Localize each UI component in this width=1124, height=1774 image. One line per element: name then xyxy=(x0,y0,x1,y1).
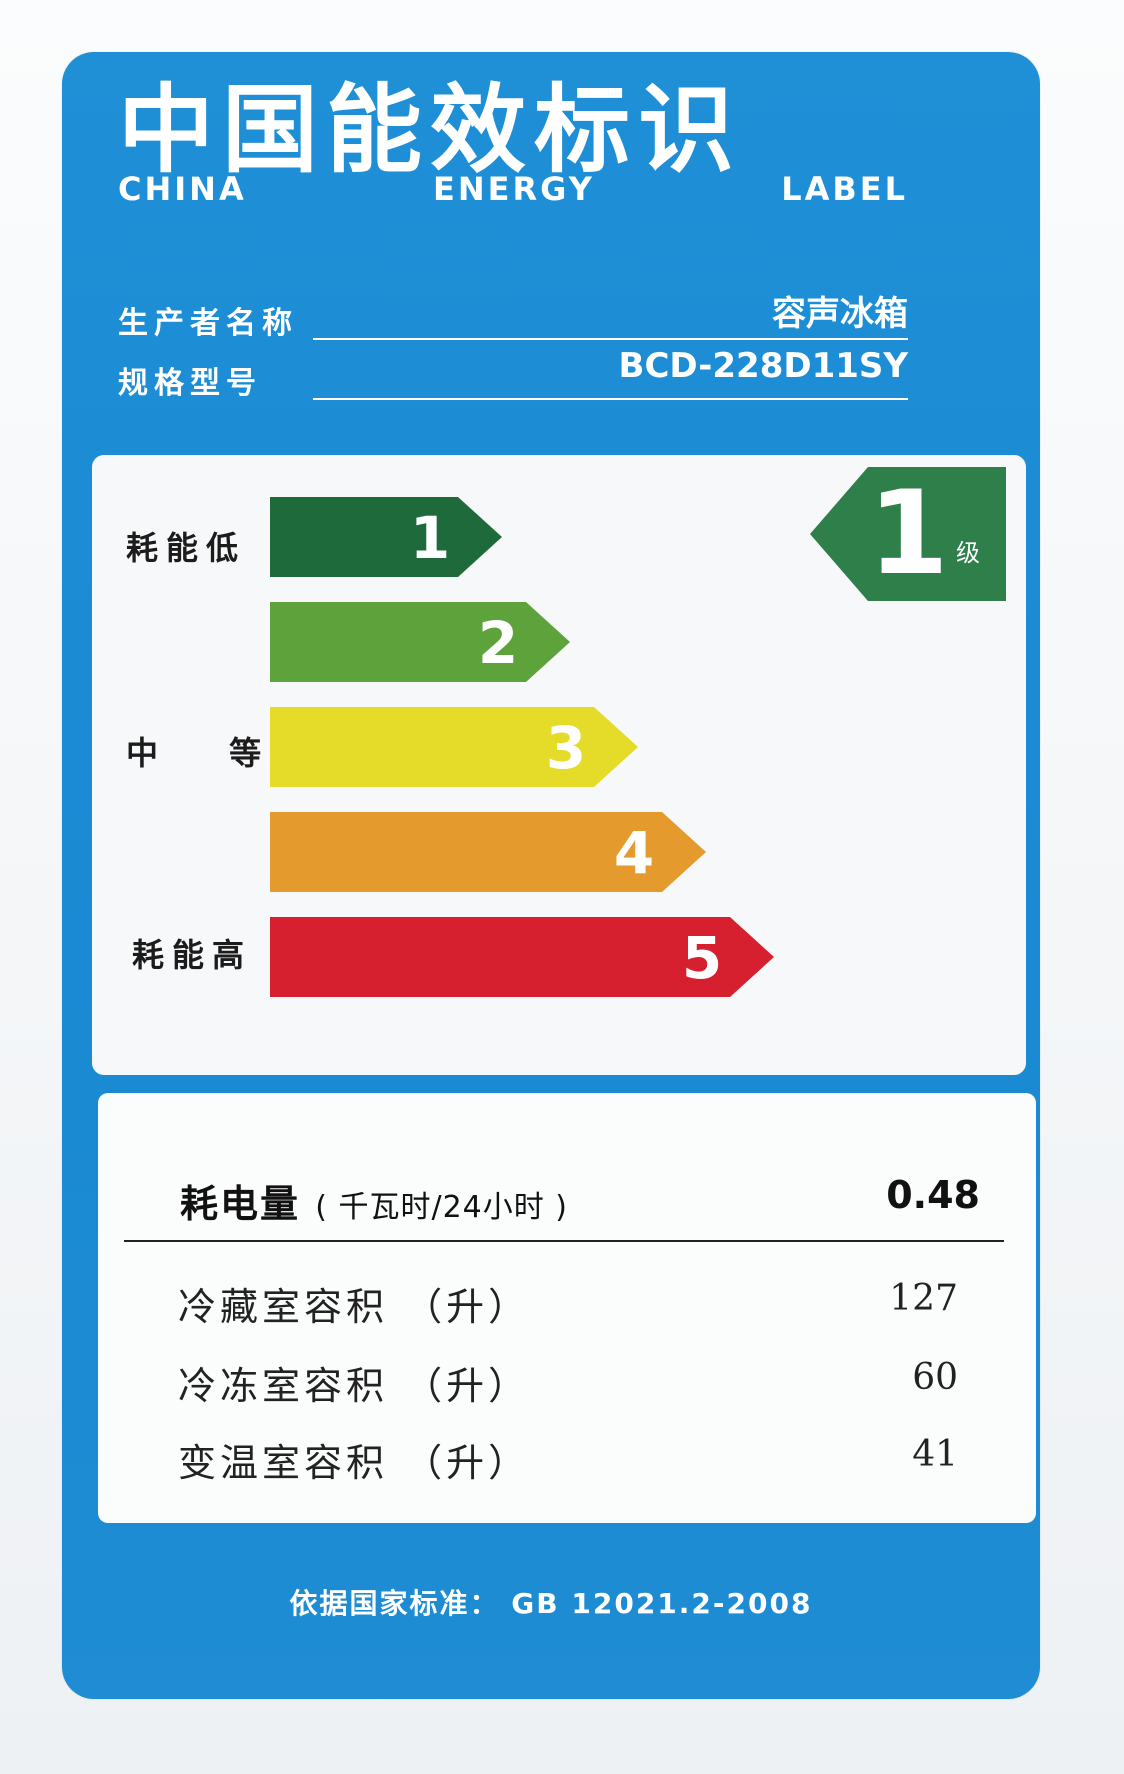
spec-row-refrigerator-value: 127 xyxy=(889,1278,958,1319)
label-title-en: CHINA ENERGY LABEL xyxy=(118,170,908,208)
model-row: 规格型号 BCD-228D11SY xyxy=(118,346,908,406)
spec-row-variable: 变温室容积 （升） 41 xyxy=(178,1432,958,1485)
energy-consumption-label: 耗电量 ( 千瓦时/24小时 ) xyxy=(180,1173,568,1228)
spec-divider xyxy=(124,1240,1004,1242)
spec-panel: 耗电量 ( 千瓦时/24小时 ) 0.48 冷藏室容积 （升） 127 冷冻室容… xyxy=(98,1093,1036,1523)
manufacturer-value: 容声冰箱 xyxy=(772,294,908,334)
spec-row-variable-value: 41 xyxy=(912,1434,958,1475)
side-label-high: 耗能高 xyxy=(132,936,253,974)
current-grade-unit: 级 xyxy=(956,539,980,567)
manufacturer-underline xyxy=(313,338,908,340)
side-label-low: 耗能低 xyxy=(126,529,247,567)
spec-row-variable-label: 变温室容积 （升） xyxy=(178,1441,531,1485)
title-en-word-1: CHINA xyxy=(118,170,247,208)
grade-bar-1-number: 1 xyxy=(409,504,451,572)
side-label-medium: 中 等 xyxy=(126,728,261,774)
spec-row-freezer-label: 冷冻室容积 （升） xyxy=(178,1364,531,1408)
energy-consumption-label-text: 耗电量 xyxy=(180,1182,301,1226)
grade-bar-3-number: 3 xyxy=(545,714,587,782)
energy-consumption-value: 0.48 xyxy=(886,1173,980,1217)
grade-bar-4-number: 4 xyxy=(613,819,655,887)
spec-row-refrigerator: 冷藏室容积 （升） 127 xyxy=(178,1276,958,1329)
grade-bar-2-number: 2 xyxy=(477,609,519,677)
manufacturer-label: 生产者名称 xyxy=(118,306,298,341)
title-en-word-2: ENERGY xyxy=(433,170,595,208)
grade-bar-5-number: 5 xyxy=(681,924,723,992)
footer-standard: 依据国家标准： GB 12021.2-2008 xyxy=(289,1587,813,1620)
current-grade-indicator: 1 级 xyxy=(810,467,1006,601)
spec-row-freezer-value: 60 xyxy=(912,1357,958,1398)
current-grade-number: 1 xyxy=(868,466,949,601)
energy-scale-panel: 耗能低 中 等 耗能高 1 2 3 4 5 1 级 xyxy=(92,455,1026,1075)
model-value: BCD-228D11SY xyxy=(618,346,908,386)
model-label: 规格型号 xyxy=(118,366,262,401)
spec-row-freezer: 冷冻室容积 （升） 60 xyxy=(178,1355,958,1408)
spec-row-refrigerator-label: 冷藏室容积 （升） xyxy=(178,1285,531,1329)
model-underline xyxy=(313,398,908,400)
title-en-word-3: LABEL xyxy=(781,170,908,208)
energy-consumption-unit: ( 千瓦时/24小时 ) xyxy=(315,1190,569,1225)
energy-consumption-row: 耗电量 ( 千瓦时/24小时 ) 0.48 xyxy=(180,1173,980,1233)
manufacturer-row: 生产者名称 容声冰箱 xyxy=(118,290,908,346)
grade-bar-1-shape xyxy=(270,497,502,577)
side-label-medium-text: 中 等 xyxy=(126,734,262,772)
